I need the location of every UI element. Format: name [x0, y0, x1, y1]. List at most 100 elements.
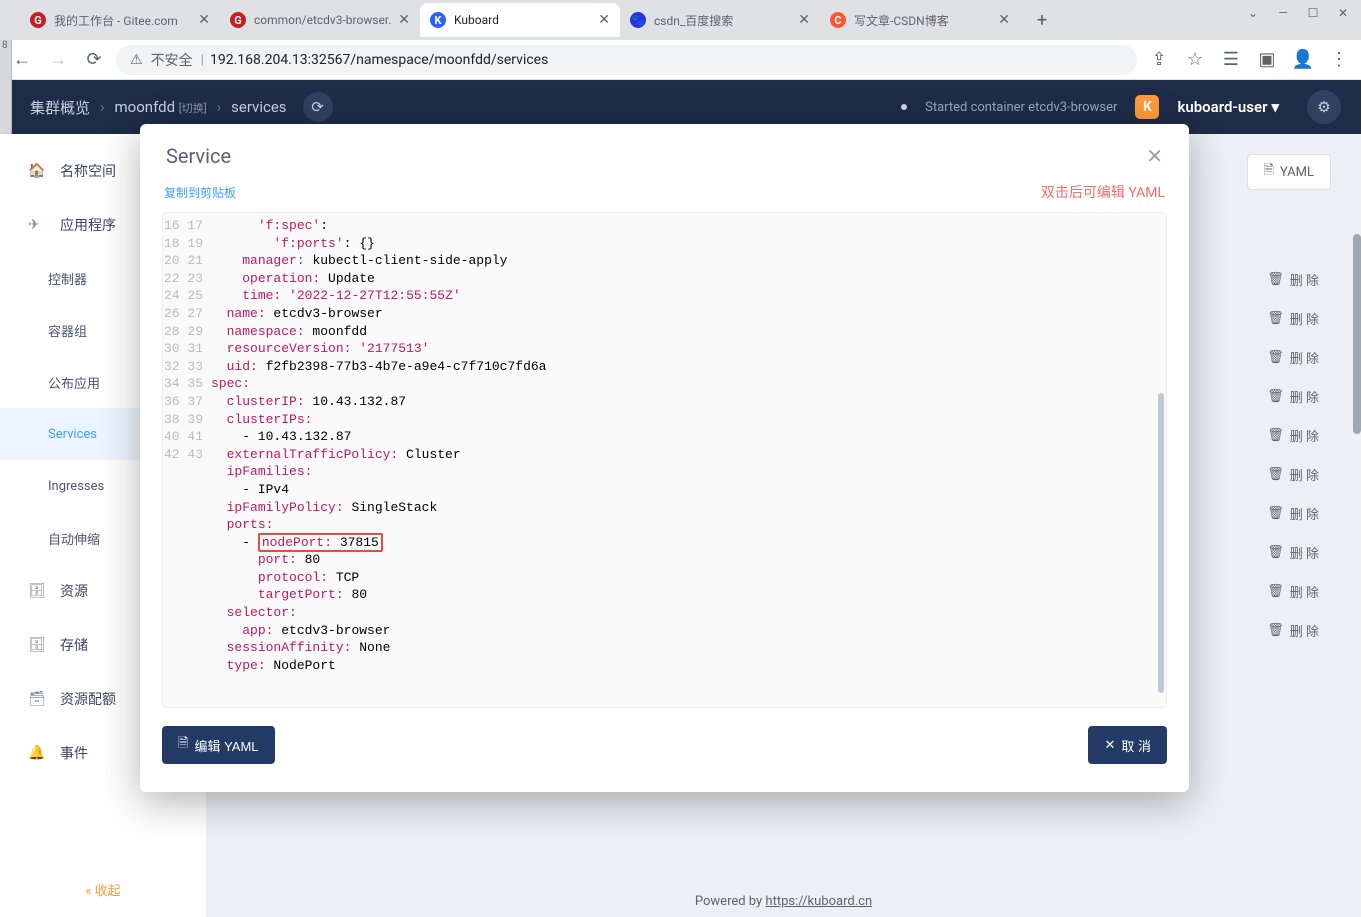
delete-button[interactable]: 🗑删 除 — [1267, 309, 1319, 328]
copy-to-clipboard[interactable]: 复制到剪贴板 — [164, 184, 236, 201]
tab-close-icon[interactable]: ✕ — [998, 12, 1010, 28]
modal-title: Service — [166, 144, 1146, 168]
sidebar-item-label: 名称空间 — [60, 161, 116, 181]
breadcrumb-item[interactable]: moonfdd [切换] — [115, 98, 207, 116]
yaml-button[interactable]: 🗎YAML — [1247, 154, 1332, 190]
footer: Powered by https://kuboard.cn — [206, 894, 1361, 909]
file-icon: 🗎 — [178, 734, 188, 756]
code-scrollbar[interactable] — [1158, 393, 1164, 693]
window-close-icon[interactable]: ✕ — [1329, 2, 1357, 24]
tab-close-icon[interactable]: ✕ — [598, 12, 610, 28]
url-text: 192.168.204.13:32567/namespace/moonfdd/s… — [210, 52, 548, 68]
sidepanel-icon[interactable]: ▣ — [1253, 46, 1281, 74]
bookmark-icon[interactable]: ☆ — [1181, 46, 1209, 74]
delete-button[interactable]: 🗑删 除 — [1267, 621, 1319, 640]
browser-tab[interactable]: C 写文章-CSDN博客 ✕ — [820, 3, 1020, 37]
insecure-icon: ⚠ — [130, 52, 143, 68]
breadcrumb-item[interactable]: services — [231, 98, 286, 116]
status-dot-icon — [901, 104, 907, 110]
trash-icon: 🗑 — [1267, 389, 1284, 404]
trash-icon: 🗑 — [1267, 311, 1284, 326]
favicon-icon: G — [30, 12, 46, 28]
close-icon: ✕ — [1104, 737, 1115, 753]
left-badge: 8 — [2, 40, 8, 51]
delete-button[interactable]: 🗑删 除 — [1267, 387, 1319, 406]
tab-close-icon[interactable]: ✕ — [198, 12, 210, 28]
switch-label[interactable]: [切换] — [179, 102, 207, 115]
delete-button[interactable]: 🗑删 除 — [1267, 426, 1319, 445]
trash-icon: 🗑 — [1267, 584, 1284, 599]
yaml-editor[interactable]: 16 17 18 19 20 21 22 23 24 25 26 27 28 2… — [162, 212, 1167, 708]
browser-tabbar: G 我的工作台 - Gitee.com ✕Gcommon/etcdv3-browse… — [0, 0, 1361, 40]
profile-icon[interactable]: 👤 — [1289, 46, 1317, 74]
sidebar-icon: 🗃 — [28, 691, 48, 707]
user-menu[interactable]: kuboard-user▾ — [1177, 98, 1279, 116]
tab-title: 写文章-CSDN博客 — [854, 12, 992, 29]
code-content[interactable]: 'f:spec': 'f:ports': {} manager: kubectl… — [211, 217, 1150, 708]
edit-yaml-button[interactable]: 🗎编辑 YAML — [162, 726, 275, 764]
insecure-label: 不安全 — [151, 50, 193, 70]
tab-title: 我的工作台 - Gitee.com — [54, 12, 192, 29]
window-minimize-icon[interactable]: — — [1269, 2, 1297, 24]
sidebar-item-label: 事件 — [60, 743, 88, 763]
trash-icon: 🗑 — [1267, 623, 1284, 638]
address-bar: ← → ⟳ ⚠ 不安全 | 192.168.204.13:32567/names… — [0, 40, 1361, 80]
new-tab-button[interactable]: + — [1028, 6, 1056, 34]
share-icon[interactable]: ⇪ — [1145, 46, 1173, 74]
delete-button[interactable]: 🗑删 除 — [1267, 270, 1319, 289]
sidebar-item-label: 公布应用 — [48, 373, 100, 392]
tab-close-icon[interactable]: ✕ — [798, 12, 810, 28]
trash-icon: 🗑 — [1267, 428, 1284, 443]
browser-tab[interactable]: G 我的工作台 - Gitee.com ✕ — [20, 3, 220, 37]
browser-tab[interactable]: 🐾 csdn_百度搜索 ✕ — [620, 3, 820, 37]
sidebar-item-label: 容器组 — [48, 321, 87, 340]
delete-button[interactable]: 🗑删 除 — [1267, 504, 1319, 523]
favicon-icon: 🐾 — [630, 12, 646, 28]
modal-close-button[interactable]: ✕ — [1146, 144, 1163, 168]
tab-title: common/etcdv3-browser. — [254, 13, 392, 27]
reading-list-icon[interactable]: ☰ — [1217, 46, 1245, 74]
sidebar-icon: ✈ — [28, 217, 48, 233]
delete-button[interactable]: 🗑删 除 — [1267, 543, 1319, 562]
favicon-icon: C — [830, 12, 846, 28]
delete-button[interactable]: 🗑删 除 — [1267, 465, 1319, 484]
trash-icon: 🗑 — [1267, 350, 1284, 365]
footer-link[interactable]: https://kuboard.cn — [765, 894, 872, 909]
window-controls: ⌄ — ☐ ✕ — [1239, 2, 1357, 24]
sidebar-collapse[interactable]: « 收起 — [0, 880, 206, 899]
trash-icon: 🗑 — [1267, 272, 1284, 287]
chrome-menu-icon[interactable]: ⋮ — [1325, 46, 1353, 74]
breadcrumb-item[interactable]: 集群概览 — [30, 97, 90, 118]
url-bar[interactable]: ⚠ 不安全 | 192.168.204.13:32567/namespace/m… — [116, 45, 1137, 75]
favicon-icon: K — [430, 12, 446, 28]
window-dropdown-icon[interactable]: ⌄ — [1239, 2, 1267, 24]
gear-icon: ⚙ — [1317, 98, 1330, 116]
cancel-button[interactable]: ✕取 消 — [1088, 726, 1167, 764]
k-badge-icon[interactable]: K — [1135, 95, 1159, 119]
settings-button[interactable]: ⚙ — [1307, 90, 1341, 124]
chevron-right-icon: › — [100, 98, 105, 116]
reload-icon[interactable]: ⟳ — [80, 46, 108, 74]
sidebar-icon: 🗄 — [28, 583, 48, 599]
tab-title: Kuboard — [454, 13, 592, 27]
sidebar-item-label: Ingresses — [48, 479, 104, 494]
trash-icon: 🗑 — [1267, 545, 1284, 560]
back-icon[interactable]: ← — [8, 46, 36, 74]
sidebar-item-label: Services — [48, 427, 97, 442]
service-modal: Service ✕ 复制到剪贴板 双击后可编辑 YAML 16 17 18 19… — [140, 124, 1189, 792]
tab-close-icon[interactable]: ✕ — [398, 12, 410, 28]
delete-button[interactable]: 🗑删 除 — [1267, 582, 1319, 601]
window-maximize-icon[interactable]: ☐ — [1299, 2, 1327, 24]
tab-title: csdn_百度搜索 — [654, 12, 792, 29]
status-message: Started container etcdv3-browser — [925, 100, 1117, 115]
browser-tab[interactable]: K Kuboard ✕ — [420, 3, 620, 37]
refresh-button[interactable]: ⟳ — [303, 92, 333, 122]
scrollbar[interactable] — [1353, 234, 1361, 434]
forward-icon[interactable]: → — [44, 46, 72, 74]
breadcrumb: 集群概览 › moonfdd [切换] › services — [30, 97, 287, 118]
sidebar-icon: 🏠 — [28, 163, 48, 179]
chevron-down-icon: ▾ — [1271, 98, 1279, 116]
browser-tab[interactable]: Gcommon/etcdv3-browser.✕ — [220, 3, 420, 37]
delete-button[interactable]: 🗑删 除 — [1267, 348, 1319, 367]
chevron-right-icon: › — [217, 98, 222, 116]
